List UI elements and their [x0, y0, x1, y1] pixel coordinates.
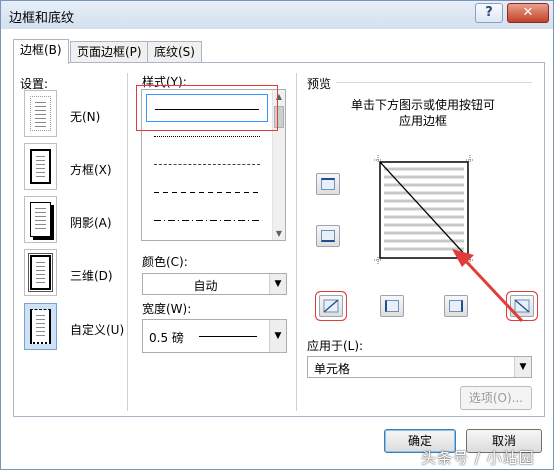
chevron-down-icon[interactable]: ▼ — [269, 320, 286, 352]
left-border-button[interactable] — [380, 295, 404, 317]
diagonal-up-border-button[interactable] — [319, 295, 343, 317]
width-select[interactable]: 0.5 磅 ▼ — [142, 319, 287, 353]
color-value: 自动 — [193, 279, 218, 293]
scroll-down-icon[interactable]: ▼ — [273, 227, 285, 240]
diagonal-up-icon — [323, 299, 339, 313]
watermark: 头条号 / 小站园 — [421, 449, 535, 467]
style-option-fine-dash[interactable] — [146, 150, 268, 178]
help-button[interactable]: ? — [475, 3, 503, 23]
close-button[interactable]: ✕ — [507, 3, 549, 23]
title-bar[interactable]: 边框和底纹 ? ✕ — [1, 1, 553, 29]
annotation-box — [136, 85, 278, 131]
preview-hint-line2: 应用边框 — [398, 114, 447, 128]
style-option-dash[interactable] — [146, 178, 268, 206]
setting-shadow-icon[interactable] — [24, 196, 57, 243]
setting-3d-label[interactable]: 三维(D) — [70, 267, 113, 284]
setting-shadow-label[interactable]: 阴影(A) — [70, 214, 112, 231]
dialog-window: 边框和底纹 ? ✕ 边框(B) 页面边框(P) 底纹(S) 设置: 无(N) 方… — [0, 0, 554, 470]
width-value: 0.5 磅 — [149, 331, 184, 345]
apply-to-label: 应用于(L): — [307, 339, 364, 353]
chevron-down-icon[interactable]: ▼ — [269, 274, 286, 294]
tab-shading[interactable]: 底纹(S) — [147, 41, 202, 63]
setting-custom-icon[interactable] — [24, 303, 57, 350]
divider — [296, 73, 297, 411]
annotation-arrow — [452, 249, 524, 323]
tab-page-border[interactable]: 页面边框(P) — [70, 41, 149, 63]
bottom-border-button[interactable] — [316, 225, 340, 247]
setting-custom-label[interactable]: 自定义(U) — [70, 321, 124, 338]
preview-hint-line1: 单击下方图示或使用按钮可 — [350, 98, 495, 112]
apply-to-select[interactable]: 单元格 ▼ — [307, 356, 532, 378]
color-select[interactable]: 自动 ▼ — [142, 273, 287, 295]
setting-box-label[interactable]: 方框(X) — [70, 161, 112, 178]
width-label: 宽度(W): — [142, 302, 192, 316]
window-title: 边框和底纹 — [9, 11, 75, 26]
style-option-dash-dot[interactable] — [146, 206, 268, 234]
borders-panel: 设置: 无(N) 方框(X) 阴影(A) 三维(D) 自定义(U) 样式(Y):… — [13, 62, 545, 417]
divider — [336, 82, 532, 83]
setting-none-label[interactable]: 无(N) — [70, 108, 100, 125]
setting-none-icon[interactable] — [24, 90, 57, 137]
divider — [127, 73, 128, 411]
preview-label: 预览 — [307, 77, 332, 91]
color-label: 颜色(C): — [142, 255, 188, 269]
width-line-sample — [199, 336, 257, 337]
apply-to-value: 单元格 — [314, 362, 351, 376]
top-border-button[interactable] — [316, 173, 340, 195]
chevron-down-icon[interactable]: ▼ — [514, 357, 531, 377]
tab-borders[interactable]: 边框(B) — [13, 39, 69, 64]
setting-3d-icon[interactable] — [24, 249, 57, 296]
options-button[interactable]: 选项(O)... — [460, 386, 532, 410]
setting-box-icon[interactable] — [24, 143, 57, 190]
